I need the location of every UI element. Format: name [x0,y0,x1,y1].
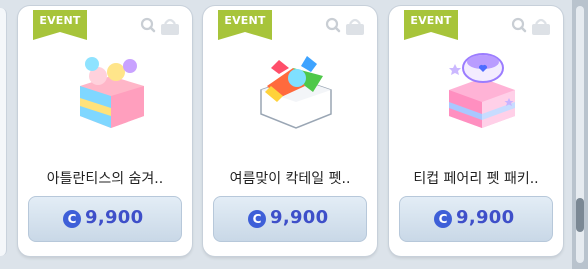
buy-button[interactable]: C 9,900 [399,196,553,242]
event-badge: EVENT [404,10,458,40]
item-name: 여름맞이 칵테일 펫.. [229,171,351,187]
event-badge: EVENT [33,10,87,40]
search-icon[interactable] [140,17,156,33]
item-price: 9,900 [85,207,144,228]
shop-item-card[interactable]: EVENT 티컵 페어리 펫 패키.. C 9,900 [389,6,563,256]
search-icon[interactable] [511,17,527,33]
event-badge: EVENT [218,10,272,40]
cocktail-pet-box-image [260,56,332,129]
scrollbar[interactable] [572,0,588,269]
buy-button[interactable]: C 9,900 [213,196,367,242]
gift-bag-icon[interactable] [346,18,364,35]
scrollbar-thumb[interactable] [576,198,584,232]
cash-coin-icon: C [248,210,266,228]
shop-item-card[interactable]: EVENT 여름맞이 칵테일 펫.. C 9,900 [203,6,377,256]
item-price: 9,900 [456,207,515,228]
shop-item-card[interactable]: EVENT 아틀란티스의 숨겨.. C 9,900 [18,6,192,256]
item-price: 9,900 [270,207,329,228]
item-name: 아틀란티스의 숨겨.. [46,171,164,187]
previous-card-edge [0,8,7,256]
gift-bag-icon[interactable] [161,18,179,35]
cash-coin-icon: C [63,210,81,228]
gift-bag-icon[interactable] [532,18,550,35]
item-name: 티컵 페어리 펫 패키.. [413,171,539,187]
teacup-fairy-pet-box-image [449,53,515,128]
atlantis-pet-box-image [80,57,144,128]
search-icon[interactable] [325,17,341,33]
buy-button[interactable]: C 9,900 [28,196,182,242]
cash-coin-icon: C [434,210,452,228]
